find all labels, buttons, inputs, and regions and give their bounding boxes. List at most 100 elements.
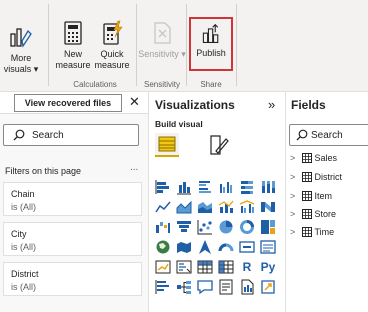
r-script-visual-icon[interactable]: R bbox=[238, 258, 256, 276]
field-table-item[interactable]: > Item bbox=[290, 191, 332, 205]
waterfall-chart-icon[interactable] bbox=[154, 218, 172, 236]
ribbon-divider bbox=[186, 4, 187, 86]
chevron-right-icon: > bbox=[290, 153, 296, 163]
smart-narrative-icon[interactable] bbox=[217, 278, 235, 296]
filter-card-title: City bbox=[11, 229, 27, 239]
fields-title: Fields bbox=[291, 98, 326, 112]
filters-search-input[interactable]: Search bbox=[3, 124, 139, 146]
clustered-column-chart-icon[interactable] bbox=[217, 178, 235, 196]
close-icon[interactable]: ✕ bbox=[129, 94, 140, 110]
card-icon[interactable] bbox=[238, 238, 256, 256]
matrix-icon[interactable] bbox=[217, 258, 235, 276]
filter-card-chain[interactable]: Chain is (All) bbox=[3, 182, 142, 216]
new-measure-button[interactable]: New measure bbox=[55, 20, 91, 71]
stacked-area-chart-icon[interactable] bbox=[196, 198, 214, 216]
field-table-label: Store bbox=[314, 209, 337, 219]
collapse-pane-icon[interactable]: » bbox=[268, 97, 275, 112]
100-stacked-column-chart-icon[interactable] bbox=[259, 178, 277, 196]
scatter-chart-icon[interactable] bbox=[196, 218, 214, 236]
publish-icon bbox=[202, 23, 219, 44]
filter-card-title: Chain bbox=[11, 189, 35, 199]
table-icon bbox=[301, 172, 312, 182]
azure-map-icon[interactable] bbox=[196, 238, 214, 256]
build-visual-tab[interactable] bbox=[155, 133, 179, 157]
table-icon bbox=[301, 227, 312, 237]
build-visual-label: Build visual bbox=[155, 119, 203, 129]
stacked-bar-chart-icon[interactable] bbox=[154, 178, 172, 196]
field-table-label: Sales bbox=[314, 153, 338, 163]
ribbon-divider bbox=[236, 4, 237, 86]
fields-well-icon bbox=[158, 136, 176, 152]
publish-label: Publish bbox=[196, 48, 226, 58]
more-visuals-label-1: More bbox=[10, 53, 32, 63]
python-visual-icon[interactable]: Py bbox=[259, 258, 277, 276]
filter-card-district[interactable]: District is (All) bbox=[3, 262, 142, 296]
field-table-label: Item bbox=[314, 191, 333, 201]
sensitivity-label: Sensitivity bbox=[138, 49, 179, 59]
field-table-sales[interactable]: > Sales bbox=[290, 153, 337, 167]
fields-pane: Fields Search > Sales > District > Item … bbox=[287, 92, 368, 312]
gauge-icon[interactable] bbox=[217, 238, 235, 256]
multi-row-card-icon[interactable] bbox=[259, 238, 277, 256]
filter-card-city[interactable]: City is (All) bbox=[3, 222, 142, 256]
view-recovered-files-button[interactable]: View recovered files bbox=[14, 94, 122, 112]
filter-card-title: District bbox=[11, 269, 39, 279]
kpi-icon[interactable] bbox=[154, 258, 172, 276]
group-label-share: Share bbox=[200, 80, 222, 89]
ribbon-chart-icon[interactable] bbox=[259, 198, 277, 216]
filters-search-placeholder: Search bbox=[32, 130, 64, 141]
quick-measure-label-2: measure bbox=[94, 60, 130, 70]
filled-map-icon[interactable] bbox=[175, 238, 193, 256]
recovered-files-bar: View recovered files ✕ bbox=[0, 92, 148, 114]
more-visuals-button[interactable]: More visuals ▾ bbox=[2, 24, 40, 75]
chevron-right-icon: > bbox=[290, 227, 296, 237]
chevron-right-icon: > bbox=[290, 172, 296, 182]
more-visuals-icon bbox=[10, 28, 32, 48]
decomposition-tree-icon[interactable] bbox=[175, 278, 193, 296]
sensitivity-button[interactable]: Sensitivity ▾ bbox=[138, 20, 186, 60]
stacked-column-chart-icon[interactable] bbox=[175, 178, 193, 196]
line-and-stacked-column-chart-icon[interactable] bbox=[217, 198, 235, 216]
field-table-store[interactable]: > Store bbox=[290, 209, 336, 223]
quick-measure-button[interactable]: Quick measure bbox=[92, 20, 132, 71]
visualizations-title: Visualizations bbox=[155, 98, 235, 112]
power-apps-visual-icon[interactable] bbox=[259, 278, 277, 296]
map-icon[interactable] bbox=[154, 238, 172, 256]
new-measure-label-1: New bbox=[63, 49, 82, 59]
calculator-icon bbox=[64, 21, 82, 45]
donut-chart-icon[interactable] bbox=[238, 218, 256, 236]
key-influencers-icon[interactable] bbox=[154, 278, 172, 296]
line-chart-icon[interactable] bbox=[154, 198, 172, 216]
format-paintbrush-icon bbox=[210, 135, 229, 155]
quick-calculator-icon bbox=[103, 20, 123, 45]
field-table-district[interactable]: > District bbox=[290, 172, 342, 186]
pane-divider bbox=[148, 92, 149, 312]
publish-button[interactable]: Publish bbox=[189, 17, 233, 71]
slicer-icon[interactable] bbox=[175, 258, 193, 276]
filters-on-page-heading: Filters on this page bbox=[5, 166, 82, 176]
fields-search-input[interactable]: Search bbox=[289, 124, 368, 146]
funnel-chart-icon[interactable] bbox=[175, 218, 193, 236]
pane-divider bbox=[285, 92, 286, 312]
filter-card-state: is (All) bbox=[11, 242, 36, 252]
table-icon bbox=[301, 191, 312, 201]
fields-search-placeholder: Search bbox=[311, 130, 343, 141]
area-chart-icon[interactable] bbox=[175, 198, 193, 216]
search-icon bbox=[13, 129, 25, 141]
clustered-bar-chart-icon[interactable] bbox=[196, 178, 214, 196]
field-table-time[interactable]: > Time bbox=[290, 227, 334, 241]
group-label-calculations: Calculations bbox=[73, 80, 117, 89]
chevron-right-icon: > bbox=[290, 209, 296, 219]
treemap-icon[interactable] bbox=[259, 218, 277, 236]
more-options-icon[interactable]: ... bbox=[130, 162, 138, 173]
qa-visual-icon[interactable] bbox=[196, 278, 214, 296]
table-icon[interactable] bbox=[196, 258, 214, 276]
pie-chart-icon[interactable] bbox=[217, 218, 235, 236]
100-stacked-bar-chart-icon[interactable] bbox=[238, 178, 256, 196]
ribbon-divider bbox=[48, 4, 49, 86]
chevron-down-icon: ▾ bbox=[33, 64, 39, 74]
format-visual-tab[interactable] bbox=[206, 133, 230, 157]
ribbon: More visuals ▾ New measure Quick measure… bbox=[0, 0, 368, 92]
line-and-clustered-column-chart-icon[interactable] bbox=[238, 198, 256, 216]
paginated-report-icon[interactable] bbox=[238, 278, 256, 296]
